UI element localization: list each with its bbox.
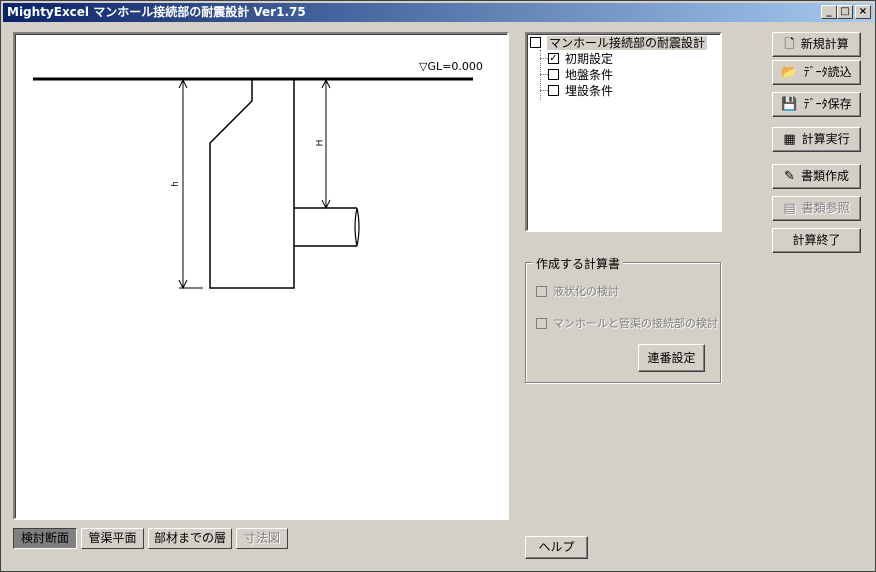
title-bar: MightyExcel マンホール接続部の耐震設計 Ver1.75 bbox=[3, 3, 873, 22]
dim-label-H: H bbox=[315, 139, 326, 147]
tree-item-initial-settings[interactable]: ✓ 初期設定 bbox=[548, 51, 613, 67]
tree-initial-checkbox[interactable]: ✓ bbox=[548, 53, 559, 64]
new-calc-button[interactable]: 🗋 新規計算 bbox=[772, 32, 861, 57]
help-button[interactable]: ヘルプ bbox=[525, 536, 588, 559]
doc-view-button[interactable]: ▤ 書類参照 bbox=[772, 196, 861, 221]
tree-initial-label: 初期設定 bbox=[565, 52, 614, 66]
document-view-icon: ▤ bbox=[783, 201, 796, 216]
app-window: MightyExcel マンホール接続部の耐震設計 Ver1.75 _ □ × … bbox=[0, 0, 876, 572]
gl-label: ▽GL=0.000 bbox=[419, 60, 483, 73]
serial-settings-button[interactable]: 連番設定 bbox=[638, 344, 705, 372]
new-document-icon: 🗋 bbox=[784, 37, 795, 52]
liquefaction-checkbox[interactable] bbox=[536, 285, 547, 297]
tree-root-label: マンホール接続部の耐震設計 bbox=[547, 36, 708, 50]
tab-section[interactable]: 検討断面 bbox=[13, 528, 77, 549]
tree-item-ground-condition[interactable]: 地盤条件 bbox=[548, 67, 613, 83]
tree-root-checkbox[interactable] bbox=[530, 37, 541, 48]
joint-check-option[interactable]: マンホールと管渠の接続部の検討 bbox=[536, 315, 718, 331]
settings-tree[interactable]: マンホール接続部の耐震設計 ✓ 初期設定 地盤条件 埋設条件 bbox=[525, 32, 722, 232]
tab-dimension[interactable]: 寸法図 bbox=[236, 528, 288, 549]
tree-burial-checkbox[interactable] bbox=[548, 85, 559, 96]
tab-layers[interactable]: 部材までの層 bbox=[148, 528, 232, 549]
open-folder-icon: 📂 bbox=[781, 65, 798, 80]
minimize-icon[interactable]: _ bbox=[821, 5, 837, 19]
manhole-outline bbox=[209, 80, 295, 289]
doc-create-button[interactable]: ✎ 書類作成 bbox=[772, 164, 861, 189]
dim-label-h: h bbox=[170, 181, 181, 187]
window-title: MightyExcel マンホール接続部の耐震設計 Ver1.75 bbox=[7, 5, 306, 19]
section-drawing-canvas: ▽GL=0.000 H h bbox=[13, 32, 509, 520]
tree-item-root[interactable]: マンホール接続部の耐震設計 bbox=[530, 35, 708, 51]
data-save-button[interactable]: 💾 ﾃﾞｰﾀ保存 bbox=[772, 92, 861, 117]
calc-end-button[interactable]: 計算終了 bbox=[772, 228, 861, 253]
report-group-title: 作成する計算書 bbox=[533, 255, 624, 272]
document-edit-icon: ✎ bbox=[784, 169, 795, 184]
calc-run-button[interactable]: ▦ 計算実行 bbox=[772, 127, 861, 152]
close-icon[interactable]: × bbox=[855, 5, 871, 19]
maximize-icon[interactable]: □ bbox=[837, 5, 853, 19]
data-read-button[interactable]: 📂 ﾃﾞｰﾀ読込 bbox=[772, 60, 861, 85]
tree-burial-label: 埋設条件 bbox=[565, 84, 614, 98]
tree-ground-checkbox[interactable] bbox=[548, 69, 559, 80]
manhole-section-drawing bbox=[33, 77, 473, 290]
liquefaction-option[interactable]: 液状化の検討 bbox=[536, 283, 619, 299]
joint-check-checkbox[interactable] bbox=[536, 317, 547, 329]
tree-ground-label: 地盤条件 bbox=[565, 68, 614, 82]
calculator-icon: ▦ bbox=[783, 132, 796, 147]
tab-pipe-plan[interactable]: 管渠平面 bbox=[81, 528, 144, 549]
pipe-end bbox=[354, 207, 360, 247]
tree-item-burial-condition[interactable]: 埋設条件 bbox=[548, 83, 613, 99]
floppy-disk-icon: 💾 bbox=[781, 97, 798, 112]
